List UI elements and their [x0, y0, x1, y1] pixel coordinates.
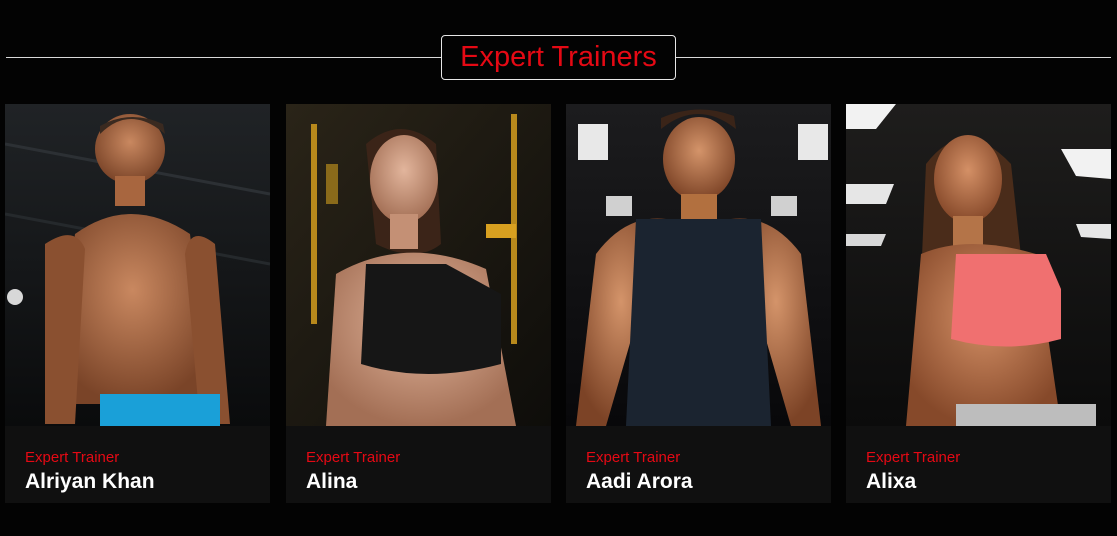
trainer-name[interactable]: Alixa: [866, 470, 916, 494]
trainer-role: Expert Trainer: [306, 449, 401, 466]
trainers-section: Expert Trainers Expert Trainer Alriyan K…: [0, 0, 1117, 536]
trainer-photo: [846, 104, 1111, 426]
trainer-role: Expert Trainer: [586, 449, 681, 466]
trainer-photo: [5, 104, 270, 426]
trainer-info: Expert Trainer Aadi Arora: [566, 426, 831, 503]
trainer-card[interactable]: Expert Trainer Alixa: [846, 104, 1111, 503]
trainer-photo: [286, 104, 551, 426]
section-title: Expert Trainers: [460, 41, 657, 73]
trainer-name[interactable]: Aadi Arora: [586, 470, 693, 494]
trainer-name[interactable]: Alriyan Khan: [25, 470, 155, 494]
trainer-role: Expert Trainer: [25, 449, 120, 466]
trainer-role: Expert Trainer: [866, 449, 961, 466]
trainer-card[interactable]: Expert Trainer Aadi Arora: [566, 104, 831, 503]
trainer-info: Expert Trainer Alixa: [846, 426, 1111, 503]
trainer-photo: [566, 104, 831, 426]
section-title-box: Expert Trainers: [441, 35, 676, 80]
trainer-info: Expert Trainer Alina: [286, 426, 551, 503]
trainer-card[interactable]: Expert Trainer Alriyan Khan: [5, 104, 270, 503]
trainer-info: Expert Trainer Alriyan Khan: [5, 426, 270, 503]
trainer-card[interactable]: Expert Trainer Alina: [286, 104, 551, 503]
trainer-name[interactable]: Alina: [306, 470, 357, 494]
